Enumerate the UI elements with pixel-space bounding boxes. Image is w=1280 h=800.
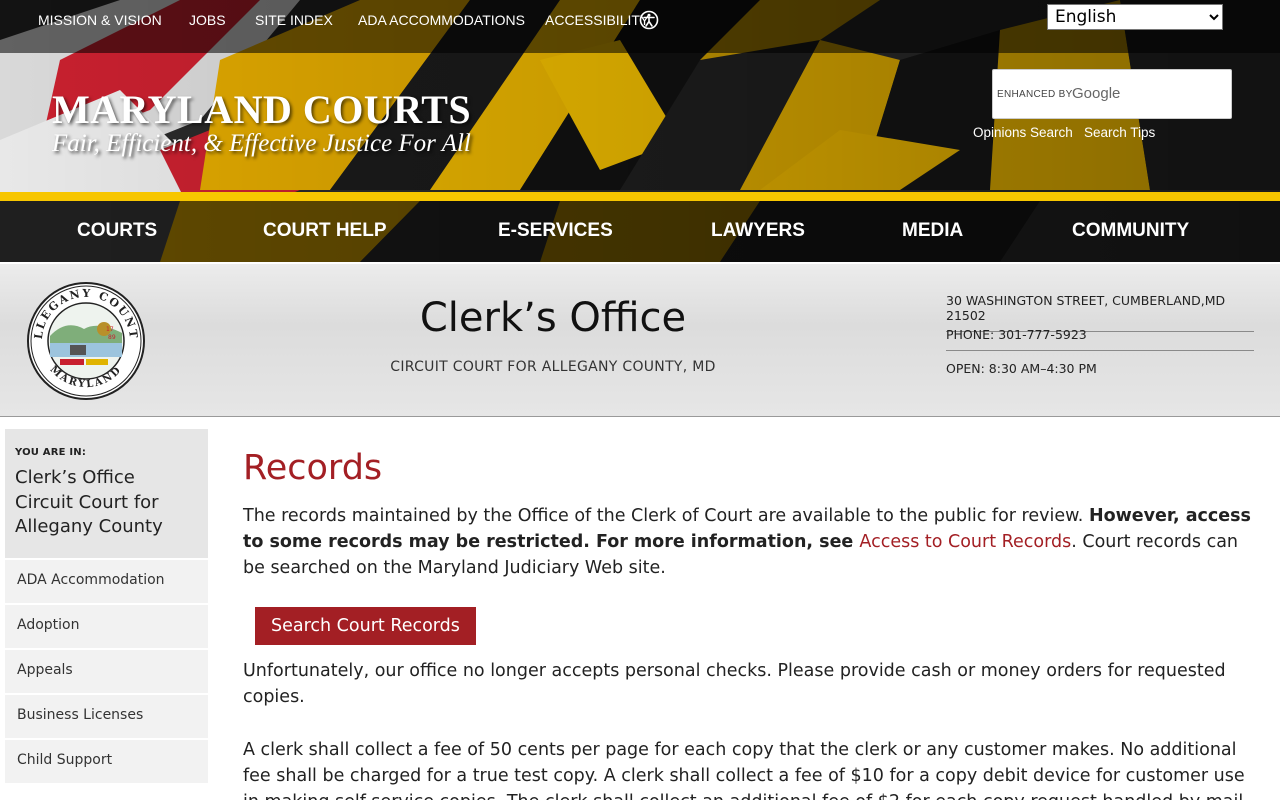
breadcrumb-current[interactable]: Clerk’s Office Circuit Court for Allegan… [15, 466, 198, 540]
site-search-box[interactable]: ENHANCED BY Google [992, 69, 1232, 119]
nav-lawyers[interactable]: LAWYERS [711, 220, 805, 242]
site-banner: MISSION & VISION JOBS SITE INDEX ADA ACC… [0, 0, 1280, 262]
gold-divider [0, 192, 1280, 201]
office-subtitle: CIRCUIT COURT FOR ALLEGANY COUNTY, MD [390, 359, 716, 375]
page-title: Records [243, 448, 383, 488]
utility-link-accessibility[interactable]: ACCESSIBILITY [545, 12, 649, 28]
checks-notice: Unfortunately, our office no longer acce… [243, 661, 1226, 707]
opinions-search-link[interactable]: Opinions Search [973, 125, 1073, 140]
language-select[interactable]: English [1047, 4, 1223, 30]
records-intro-text: The records maintained by the Office of … [243, 506, 1089, 526]
sidebar-item-child-support[interactable]: Child Support [5, 738, 208, 783]
utility-link-mission-vision[interactable]: MISSION & VISION [38, 12, 162, 28]
nav-courts[interactable]: COURTS [77, 220, 157, 242]
site-title[interactable]: MARYLAND COURTS [52, 86, 471, 133]
search-tips-link[interactable]: Search Tips [1084, 125, 1155, 140]
sidebar-item-appeals[interactable]: Appeals [5, 648, 208, 693]
main-nav: COURTS COURT HELP E-SERVICES LAWYERS MED… [0, 201, 1280, 262]
sidebar-item-ada-accommodation[interactable]: ADA Accommodation [5, 558, 208, 603]
nav-court-help[interactable]: COURT HELP [263, 220, 387, 242]
office-header: ALLEGANY COUNTY MARYLAND 17 89 Clerk’s O… [0, 262, 1280, 417]
access-court-records-link[interactable]: Access to Court Records [859, 532, 1071, 552]
main-content: Records The records maintained by the Of… [243, 445, 1253, 800]
office-title: Clerk’s Office [419, 295, 687, 341]
nav-community[interactable]: COMMUNITY [1072, 220, 1189, 242]
search-google-label: Google [1072, 85, 1121, 102]
records-intro: The records maintained by the Office of … [243, 503, 1253, 581]
utility-link-ada-accommodations[interactable]: ADA ACCOMMODATIONS [358, 12, 525, 28]
search-enhanced-label: ENHANCED BY [997, 89, 1073, 100]
nav-media[interactable]: MEDIA [902, 220, 963, 242]
breadcrumb-label: YOU ARE IN: [15, 447, 87, 458]
office-hours: OPEN: 8:30 AM–4:30 PM [946, 361, 1097, 376]
search-court-records-button[interactable]: Search Court Records [255, 607, 476, 645]
utility-link-jobs[interactable]: JOBS [189, 12, 226, 28]
copy-fee-text: A clerk shall collect a fee of 50 cents … [243, 740, 1249, 800]
accessibility-icon[interactable] [639, 10, 659, 30]
nav-e-services[interactable]: E-SERVICES [498, 220, 613, 242]
utility-link-site-index[interactable]: SITE INDEX [255, 12, 333, 28]
sidebar-item-business-licenses[interactable]: Business Licenses [5, 693, 208, 738]
office-phone: PHONE: 301-777-5923 [946, 327, 1254, 351]
search-input[interactable] [1123, 82, 1223, 108]
sidebar-item-adoption[interactable]: Adoption [5, 603, 208, 648]
breadcrumb: YOU ARE IN: Clerk’s Office Circuit Court… [5, 429, 208, 558]
site-tagline: Fair, Efficient, & Effective Justice For… [52, 130, 471, 157]
sidebar: YOU ARE IN: Clerk’s Office Circuit Court… [5, 429, 208, 783]
